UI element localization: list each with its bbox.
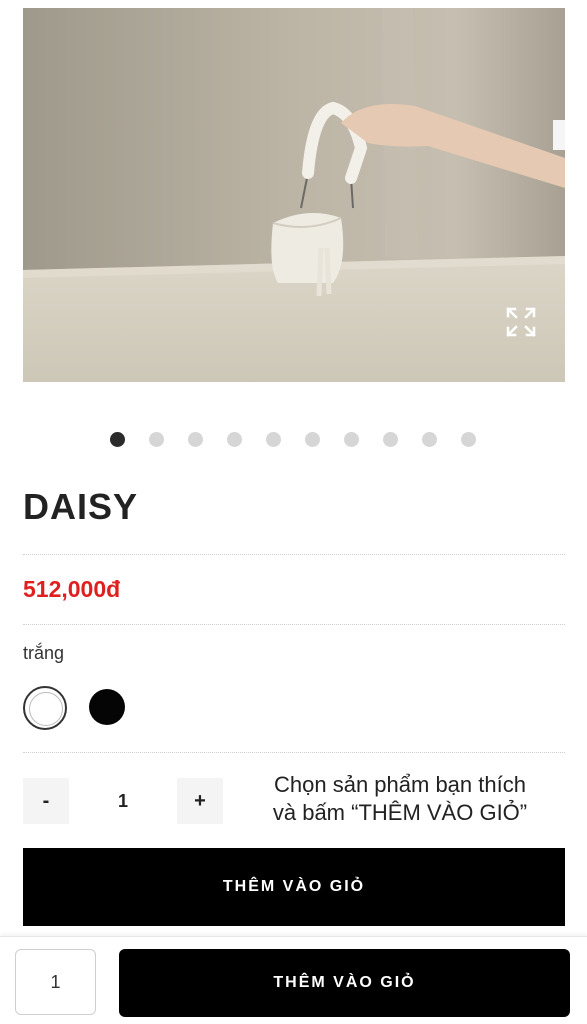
add-to-cart-hint: Chọn sản phẩm bạn thích và bấm “THÊM VÀO… — [240, 771, 560, 827]
carousel-dot[interactable] — [188, 432, 203, 447]
hint-line-1: Chọn sản phẩm bạn thích — [274, 772, 526, 797]
product-image[interactable] — [23, 8, 565, 382]
product-title: DAISY — [23, 486, 139, 527]
carousel-dot[interactable] — [422, 432, 437, 447]
sticky-add-to-cart-button[interactable]: THÊM VÀO GIỎ — [119, 949, 570, 1017]
color-swatch-white[interactable] — [23, 686, 67, 730]
expand-icon[interactable] — [505, 306, 537, 338]
carousel-dot[interactable] — [266, 432, 281, 447]
sticky-quantity-input[interactable] — [15, 949, 96, 1015]
sticky-cart-bar: THÊM VÀO GIỎ — [0, 936, 587, 1024]
carousel-dot[interactable] — [227, 432, 242, 447]
carousel-dot[interactable] — [110, 432, 125, 447]
color-label: trắng — [23, 643, 65, 663]
decrease-quantity-button[interactable]: - — [23, 778, 69, 824]
image-carousel-dots — [110, 432, 476, 447]
carousel-dot[interactable] — [383, 432, 398, 447]
carousel-dot[interactable] — [149, 432, 164, 447]
divider — [23, 554, 565, 555]
divider — [23, 752, 565, 753]
carousel-dot[interactable] — [344, 432, 359, 447]
divider — [23, 624, 565, 625]
carousel-dot[interactable] — [461, 432, 476, 447]
product-photo — [23, 8, 565, 382]
add-to-cart-button[interactable]: THÊM VÀO GIỎ — [23, 848, 565, 926]
color-swatch-black[interactable] — [89, 689, 125, 725]
quantity-input[interactable] — [69, 778, 177, 824]
carousel-dot[interactable] — [305, 432, 320, 447]
product-price: 512,000đ — [23, 576, 121, 602]
hint-line-2: và bấm “THÊM VÀO GIỎ” — [272, 800, 528, 825]
quantity-stepper: - + — [23, 778, 223, 824]
increase-quantity-button[interactable]: + — [177, 778, 223, 824]
